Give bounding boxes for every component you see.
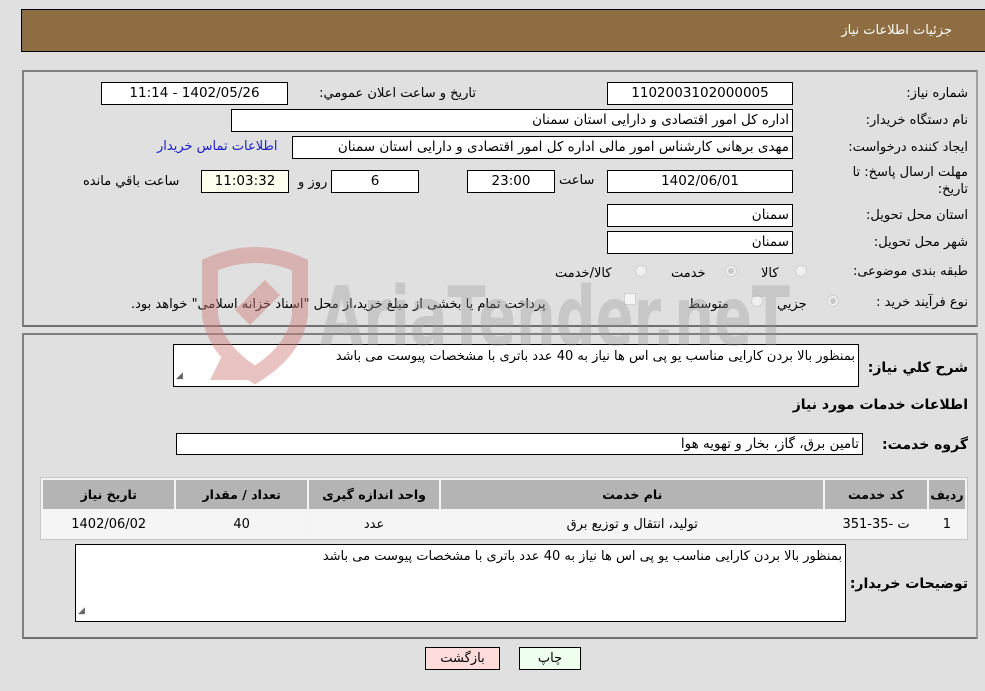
- cell-row-number: 1: [928, 511, 965, 537]
- category-option-goods: کالا: [761, 266, 779, 281]
- buyer-org-label: نام دستگاه خریدار:: [865, 113, 968, 128]
- process-option-medium: متوسط: [688, 297, 729, 312]
- services-table-header: ردیف کد خدمت نام خدمت واحد اندازه گیری ت…: [43, 480, 965, 509]
- description-text: بمنظور بالا بردن کارایی مناسب یو پی اس ه…: [335, 349, 855, 364]
- page-title: جزئیات اطلاعات نیاز: [841, 23, 952, 38]
- deadline-date-field: 1402/06/01: [607, 170, 793, 193]
- description-textarea[interactable]: بمنظور بالا بردن کارایی مناسب یو پی اس ه…: [173, 344, 859, 387]
- process-radio-medium[interactable]: [751, 295, 763, 307]
- description-label: شرح کلي نیاز:: [867, 360, 968, 376]
- deadline-label-2: تاریخ:: [937, 182, 968, 197]
- province-label: استان محل تحویل:: [866, 208, 968, 223]
- process-type-label: نوع فرآیند خرید :: [876, 295, 968, 310]
- need-number-label: شماره نیاز:: [906, 86, 968, 101]
- services-table: ردیف کد خدمت نام خدمت واحد اندازه گیری ت…: [40, 477, 968, 540]
- col-service-code: کد خدمت: [825, 480, 927, 509]
- province-field: سمنان: [607, 204, 793, 227]
- announce-date-field: 1402/05/26 - 11:14: [101, 82, 288, 105]
- deadline-label: مهلت ارسال پاسخ: تا: [852, 165, 968, 180]
- category-option-goods-service: کالا/خدمت: [555, 266, 612, 281]
- col-row-number: ردیف: [928, 480, 965, 509]
- category-label: طبقه بندی موضوعی:: [852, 264, 968, 279]
- city-label: شهر محل تحویل:: [873, 235, 968, 250]
- buyer-org-field: اداره کل امور اقتصادی و دارایی استان سمن…: [231, 109, 793, 132]
- buyer-notes-text: بمنظور بالا بردن کارایی مناسب یو پی اس ه…: [322, 549, 842, 564]
- category-radio-goods[interactable]: [795, 265, 807, 277]
- remaining-days-field: 6: [331, 170, 419, 193]
- remaining-time-field: 11:03:32: [201, 170, 289, 193]
- print-button[interactable]: چاپ: [519, 647, 581, 670]
- service-group-label: گروه خدمت:: [882, 437, 968, 453]
- buyer-notes-label: توضیحات خریدار:: [849, 576, 968, 592]
- category-option-service: خدمت: [671, 266, 706, 281]
- table-row: 1 ت -35-351 تولید، انتقال و توزیع برق عد…: [43, 511, 965, 537]
- col-quantity: تعداد / مقدار: [176, 480, 307, 509]
- back-button[interactable]: بازگشت: [425, 647, 500, 670]
- remaining-time-label: ساعت باقي مانده: [83, 174, 180, 189]
- treasury-note: پرداخت تمام یا بخشی از مبلغ خرید،از محل …: [131, 297, 546, 312]
- buyer-notes-textarea[interactable]: بمنظور بالا بردن کارایی مناسب یو پی اس ه…: [75, 544, 846, 622]
- days-label: روز و: [298, 175, 328, 190]
- buyer-contact-link[interactable]: اطلاعات تماس خریدار: [157, 139, 277, 154]
- deadline-time-label: ساعت: [559, 173, 595, 188]
- creator-label: ایجاد کننده درخواست:: [848, 140, 968, 155]
- cell-unit: عدد: [308, 511, 440, 537]
- services-section-title: اطلاعات خدمات مورد نیاز: [792, 397, 968, 413]
- col-unit: واحد اندازه گیری: [308, 480, 440, 509]
- cell-service-name: تولید، انتقال و توزیع برق: [441, 511, 824, 537]
- cell-need-date: 1402/06/02: [43, 511, 175, 537]
- city-field: سمنان: [607, 231, 793, 254]
- process-option-minor: جزيي: [777, 297, 807, 312]
- category-radio-service[interactable]: [725, 265, 737, 277]
- resize-grip-icon[interactable]: ◢: [78, 603, 85, 620]
- col-need-date: تاریخ نیاز: [43, 480, 175, 509]
- need-number-field: 1102003102000005: [607, 82, 793, 105]
- deadline-time-field: 23:00: [467, 170, 555, 193]
- treasury-checkbox[interactable]: [624, 293, 636, 305]
- cell-service-code: ت -35-351: [825, 511, 927, 537]
- cell-quantity: 40: [176, 511, 307, 537]
- page-header: جزئیات اطلاعات نیاز: [21, 9, 985, 52]
- creator-field: مهدی برهانی کارشناس امور مالی اداره کل ا…: [292, 136, 793, 159]
- category-radio-goods-service[interactable]: [635, 265, 647, 277]
- service-group-field: تامین برق، گاز، بخار و تهویه هوا: [176, 433, 863, 455]
- process-radio-minor[interactable]: [827, 295, 839, 307]
- col-service-name: نام خدمت: [441, 480, 824, 509]
- announce-date-label: تاریخ و ساعت اعلان عمومي:: [319, 86, 476, 101]
- resize-grip-icon[interactable]: ◢: [176, 368, 183, 385]
